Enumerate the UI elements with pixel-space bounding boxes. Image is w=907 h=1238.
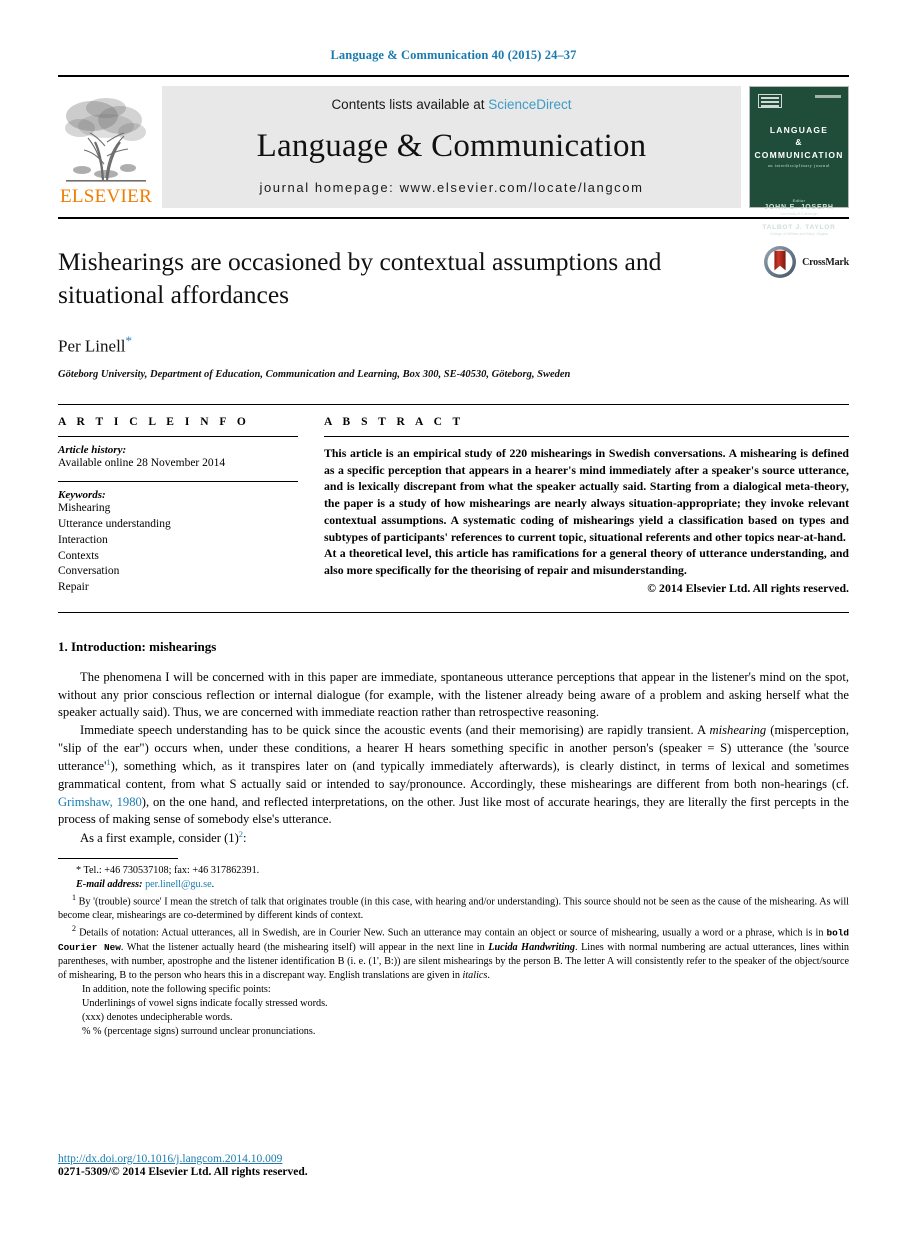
email-link[interactable]: per.linell@gu.se (145, 879, 212, 890)
cover-editors: Editor JOHN E. JOSEPH University of Edin… (762, 198, 835, 236)
footnote-corresponding: * Tel.: +46 730537108; fax: +46 31786239… (58, 864, 849, 878)
footnote-2-marker: 2 (72, 924, 76, 934)
citation-link-grimshaw[interactable]: Grimshaw, 1980 (58, 795, 142, 809)
footnote-2-handwriting-sample: Lucida Handwriting (488, 941, 575, 953)
article-info-heading: A R T I C L E I N F O (58, 415, 250, 428)
crossmark-icon (764, 246, 797, 278)
abstract-paragraph: This article is an empirical study of 22… (324, 445, 849, 544)
crossmark-badge[interactable]: CrossMark (763, 245, 849, 279)
sciencedirect-link[interactable]: ScienceDirect (488, 97, 571, 112)
page-title: Mishearings are occasioned by contextual… (58, 247, 662, 310)
abstract-column: A B S T R A C T This article is an empir… (324, 416, 849, 596)
journal-banner: Contents lists available at ScienceDirec… (162, 86, 741, 208)
cover-editor-label: Editor (792, 197, 806, 203)
abstract-heading: A B S T R A C T (324, 415, 465, 428)
footnote-note-item: (xxx) denotes undecipherable words. (82, 1012, 233, 1024)
keyword-item: Mishearing (58, 501, 111, 514)
info-top-rule (58, 403, 849, 405)
keyword-item: Contexts (58, 549, 99, 562)
abstract-rule (324, 435, 849, 437)
p2-part-a: Immediate speech understanding has to be… (80, 722, 710, 737)
footnote-1-text: By '(trouble) source' I mean the stretch… (58, 896, 850, 922)
abstract-body: This article is an empirical study of 22… (324, 445, 849, 579)
footnote-2-part-a: Details of notation: Actual utterances, … (79, 927, 827, 939)
author-corresponding-marker: * (125, 333, 133, 349)
cover-title-line2: & (795, 137, 803, 148)
footnote-2-part-d: . (487, 970, 490, 982)
keyword-item: Utterance understanding (58, 517, 171, 530)
article-history-label: Article history: (58, 443, 127, 456)
keywords-label: Keywords: (58, 488, 106, 501)
footnote-separator-rule (58, 857, 178, 859)
p2-part-c: ), something which, as it transpires lat… (58, 759, 849, 792)
journal-cover-thumbnail[interactable]: LANGUAGE & COMMUNICATION an interdiscipl… (749, 86, 849, 236)
keyword-item: Conversation (58, 565, 120, 578)
body-paragraph-1: The phenomena I will be concerned with i… (58, 670, 849, 720)
footnote-1-marker: 1 (72, 892, 76, 902)
footnote-1: 1 By '(trouble) source' I mean the stret… (58, 892, 849, 924)
author-affiliation: Göteborg University, Department of Educa… (58, 368, 571, 380)
article-body: 1. Introduction: mishearings The phenome… (58, 639, 849, 859)
footnote-star-text: Tel.: +46 730537108; fax: +46 317862391. (83, 864, 260, 876)
cover-subtitle: an interdisciplinary journal (767, 162, 831, 168)
p2-italic-mishearing: mishearing (709, 722, 767, 737)
cover-title-line3: COMMUNICATION (754, 149, 844, 160)
body-paragraph-3: As a first example, consider (1)2: (58, 829, 849, 848)
info-abstract-area: A R T I C L E I N F O Article history: A… (58, 416, 849, 596)
contents-available-line: Contents lists available at ScienceDirec… (331, 97, 571, 112)
crossmark-label: CrossMark (802, 256, 849, 268)
info-bottom-rule (58, 612, 849, 614)
footnote-note-item: In addition, note the following specific… (82, 984, 271, 996)
email-trail: . (211, 878, 215, 890)
footnote-star-marker: * (76, 864, 82, 876)
p3-part-a: As a first example, consider (1) (80, 831, 239, 846)
article-info-column: A R T I C L E I N F O Article history: A… (58, 416, 298, 596)
footnotes: * Tel.: +46 730537108; fax: +46 31786239… (58, 864, 849, 1040)
footnote-note-item: % % (percentage signs) surround unclear … (82, 1026, 316, 1038)
page-footer: http://dx.doi.org/10.1016/j.langcom.2014… (58, 1153, 308, 1178)
cover-issn-mark (815, 95, 841, 98)
article-info-rule (58, 435, 298, 437)
abstract-paragraph: At a theoretical level, this article has… (324, 546, 849, 578)
article-history-value: Available online 28 November 2014 (58, 456, 226, 469)
author-list: Per Linell* (58, 333, 849, 357)
footnote-note-item: Underlinings of vowel signs indicate foc… (82, 998, 328, 1010)
journal-masthead: ELSEVIER Contents lists available at Sci… (58, 75, 849, 236)
journal-homepage[interactable]: journal homepage: www.elsevier.com/locat… (259, 180, 643, 195)
footnote-2-part-b: . What the listener actually heard (the … (120, 941, 489, 953)
doi-link[interactable]: http://dx.doi.org/10.1016/j.langcom.2014… (58, 1153, 308, 1165)
journal-title: Language & Communication (256, 127, 647, 164)
abstract-copyright: © 2014 Elsevier Ltd. All rights reserved… (647, 580, 849, 595)
issn-copyright-line: 0271-5309/© 2014 Elsevier Ltd. All right… (58, 1166, 308, 1178)
keyword-item: Repair (58, 581, 89, 594)
cover-logo-box (758, 94, 782, 108)
cover-editor-2-affiliation: College of William and Mary, Virginia (769, 231, 829, 236)
article-page: Language & Communication 40 (2015) 24–37 (0, 0, 907, 1238)
footnote-2-italics-word: italics (462, 970, 488, 982)
cover-title-line1: LANGUAGE (769, 125, 829, 135)
cover-editor-1-affiliation: University of Edinburgh (780, 211, 818, 216)
author-name: Per Linell (58, 336, 126, 356)
keywords-rule (58, 480, 298, 482)
section-heading-introduction: 1. Introduction: mishearings (58, 639, 217, 655)
footnote-2: 2 Details of notation: Actual utterances… (58, 923, 849, 983)
cover-editor-2: TALBOT J. TAYLOR (762, 223, 836, 231)
email-address-label: E-mail address: (76, 878, 143, 890)
footnote-email-line: E-mail address: per.linell@gu.se. (58, 878, 849, 892)
elsevier-tree-icon (65, 98, 146, 182)
masthead-bottom-rule (58, 217, 849, 219)
keyword-item: Interaction (58, 533, 108, 546)
elsevier-wordmark: ELSEVIER (59, 186, 153, 207)
body-paragraph-2: Immediate speech understanding has to be… (58, 722, 849, 829)
elsevier-logo: ELSEVIER (58, 86, 154, 208)
title-block: Mishearings are occasioned by contextual… (58, 245, 849, 380)
p3-part-b: : (243, 831, 247, 846)
running-head: Language & Communication 40 (2015) 24–37 (330, 48, 577, 62)
contents-prefix: Contents lists available at (331, 97, 489, 112)
p2-part-d: ), on the one hand, and reflected interp… (58, 794, 849, 827)
cover-editor-1: JOHN E. JOSEPH (764, 203, 834, 211)
cover-title: LANGUAGE & COMMUNICATION (754, 124, 843, 161)
